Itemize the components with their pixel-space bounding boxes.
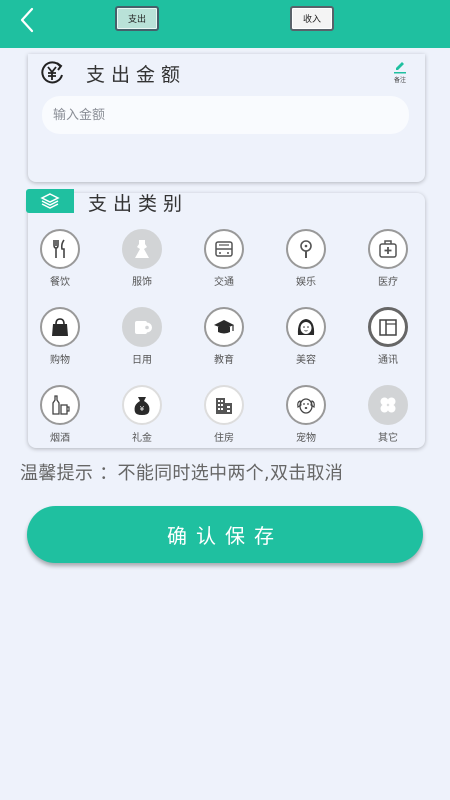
category-label: 其它 (378, 433, 398, 444)
category-item-housing[interactable]: 住房 (194, 385, 254, 444)
category-label: 教育 (214, 355, 234, 366)
building-icon (216, 398, 232, 414)
category-item-beauty[interactable]: 美容 (276, 307, 336, 366)
category-item-entertainment[interactable]: 娱乐 (276, 229, 336, 288)
svg-text:¥: ¥ (140, 405, 145, 413)
category-card: 支出类别 餐饮 服饰 交通 娱乐 医疗 购物 日用 教育 美容 通讯 烟酒 ¥ … (26, 189, 425, 448)
layers-icon (40, 193, 60, 209)
graduation-cap-icon (214, 320, 234, 334)
category-item-shopping[interactable]: 购物 (30, 307, 90, 366)
tip-text: 温馨提示 ：不能同时选中两个,双击取消 (20, 463, 344, 484)
category-label: 通讯 (378, 355, 398, 366)
amount-input[interactable] (42, 96, 409, 134)
amount-card: 支出金额 备注 (28, 54, 425, 182)
shopping-bag-icon (52, 318, 68, 336)
category-label: 烟酒 (50, 433, 70, 444)
edit-icon (394, 62, 406, 74)
category-item-dining[interactable]: 餐饮 (30, 229, 90, 288)
category-title: 支出类别 (88, 193, 189, 215)
category-label: 日用 (132, 355, 152, 366)
category-item-pet[interactable]: 宠物 (276, 385, 336, 444)
note-label: 备注 (393, 77, 406, 84)
category-item-education[interactable]: 教育 (194, 307, 254, 366)
toilet-paper-icon (135, 321, 152, 334)
category-label: 礼金 (132, 433, 152, 444)
save-button[interactable]: 确认保存 (27, 506, 423, 563)
dog-icon (297, 398, 315, 414)
category-item-other[interactable]: 其它 (358, 385, 418, 444)
medical-kit-icon (379, 240, 397, 258)
category-item-gift-money[interactable]: ¥ 礼金 (112, 385, 172, 444)
category-label: 美容 (296, 355, 316, 366)
note-button[interactable]: 备注 (391, 60, 409, 84)
tab-income[interactable]: 收入 (290, 6, 334, 31)
category-item-telecom[interactable]: 通讯 (358, 307, 418, 366)
category-item-clothing[interactable]: 服饰 (112, 229, 172, 288)
microphone-icon (300, 240, 312, 258)
category-label: 娱乐 (296, 277, 316, 288)
tab-expense[interactable]: 支出 (115, 6, 159, 31)
category-item-tobacco-alcohol[interactable]: 烟酒 (30, 385, 90, 444)
category-label: 服饰 (132, 277, 152, 288)
category-label: 购物 (50, 355, 70, 366)
yuan-exchange-icon (41, 61, 63, 84)
beer-icon (52, 395, 70, 415)
dress-icon (135, 240, 149, 258)
category-label: 医疗 (378, 277, 398, 288)
category-label: 交通 (214, 277, 234, 288)
money-bag-icon: ¥ (134, 397, 150, 415)
category-label: 餐饮 (50, 277, 70, 288)
amount-title: 支出金额 (86, 64, 187, 86)
category-label: 宠物 (296, 433, 316, 444)
clover-icon (380, 397, 396, 413)
category-label: 住房 (214, 433, 234, 444)
category-item-transport[interactable]: 交通 (194, 229, 254, 288)
chevron-left-icon (20, 7, 34, 33)
bus-icon (215, 241, 233, 257)
woman-face-icon (297, 319, 315, 335)
phone-icon (379, 319, 397, 336)
back-button[interactable] (14, 6, 42, 34)
category-item-medical[interactable]: 医疗 (358, 229, 418, 288)
category-badge (26, 189, 74, 213)
top-bar: 支出 收入 (0, 0, 450, 48)
utensils-icon (53, 239, 65, 258)
category-item-daily[interactable]: 日用 (112, 307, 172, 366)
